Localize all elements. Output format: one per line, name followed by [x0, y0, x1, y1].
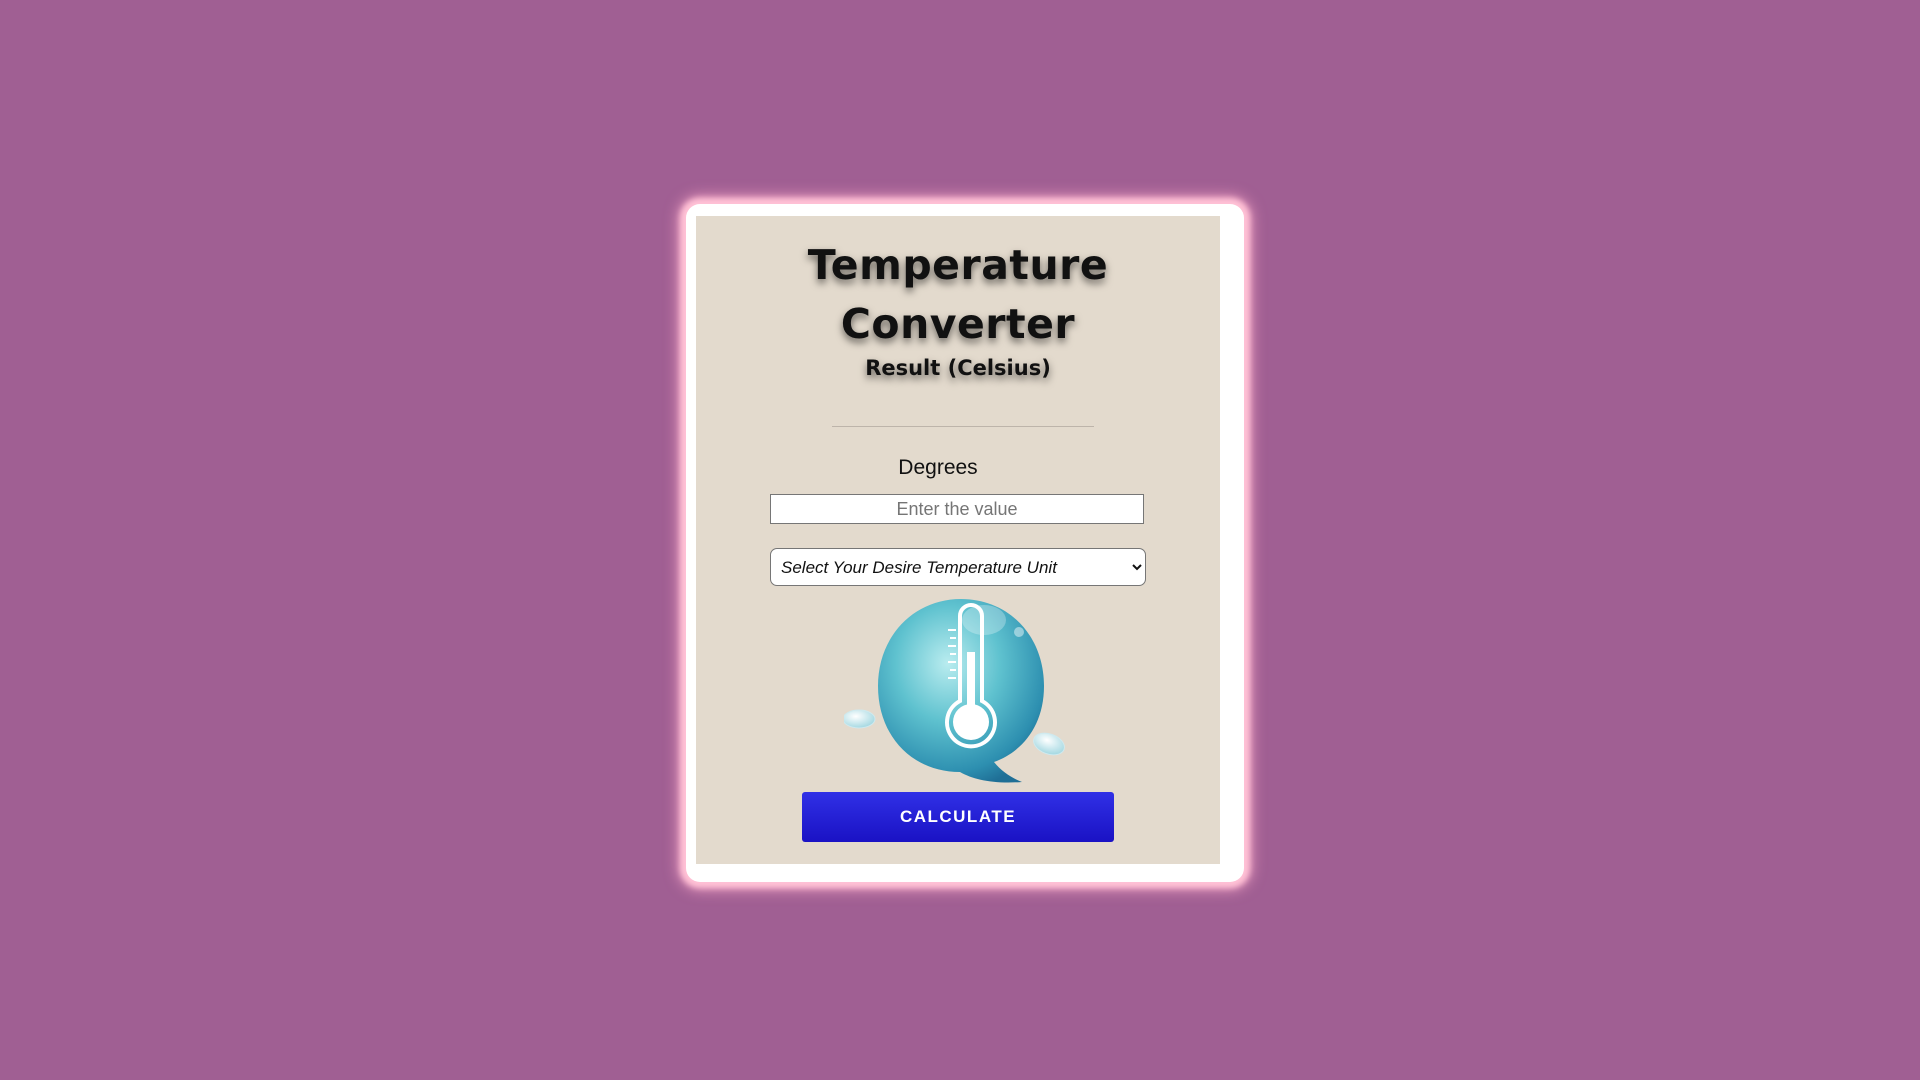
converter-card: Temperature Converter Result (Celsius) D… [692, 212, 1224, 868]
title-line-1: Temperature [807, 241, 1109, 289]
page-title: Temperature Converter [696, 236, 1220, 354]
thermometer-bubble-icon [842, 594, 1074, 789]
value-input[interactable] [770, 494, 1144, 524]
converter-card-frame: Temperature Converter Result (Celsius) D… [686, 204, 1244, 882]
result-label: Result (Celsius) [865, 356, 1051, 380]
title-line-2: Converter [840, 300, 1076, 348]
divider [832, 426, 1094, 427]
degrees-label: Degrees [898, 456, 978, 479]
calculate-button[interactable]: CALCULATE [802, 792, 1114, 842]
unit-select[interactable]: Select Your Desire Temperature Unit [770, 548, 1146, 586]
